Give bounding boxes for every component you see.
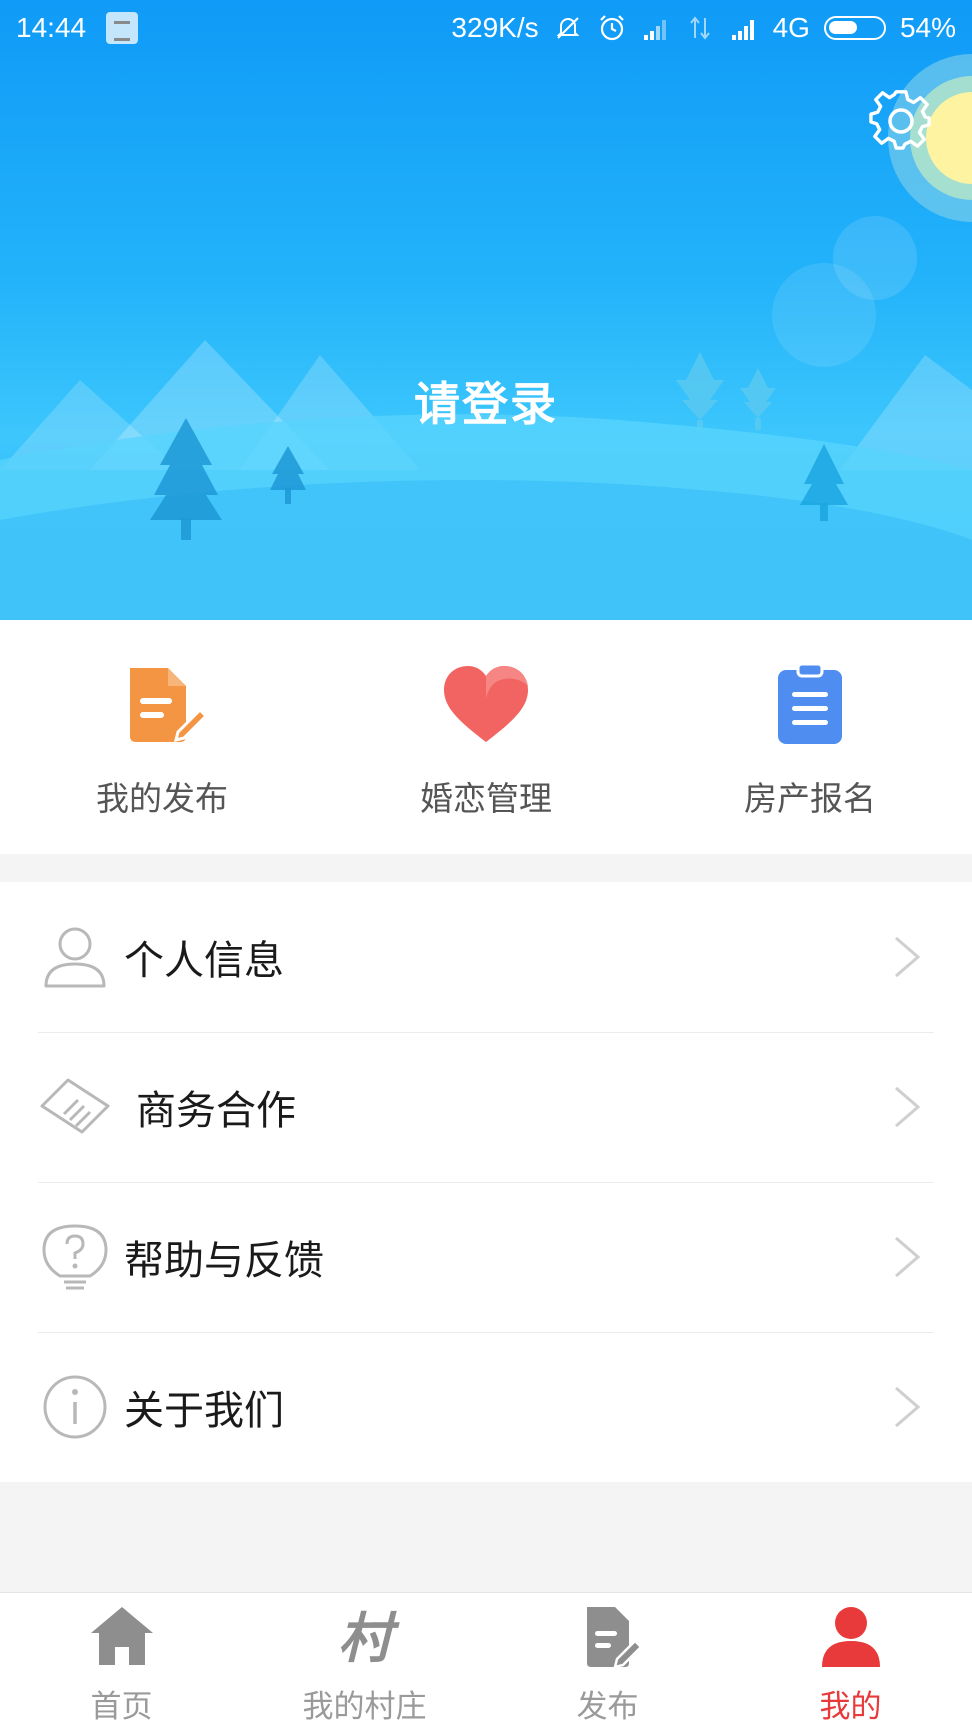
network-type: 4G xyxy=(772,12,810,43)
document-edit-icon xyxy=(130,668,208,743)
handshake-icon xyxy=(40,1078,110,1134)
publish-icon xyxy=(586,1607,643,1669)
home-icon xyxy=(90,1607,153,1665)
village-glyph: 村 xyxy=(338,1607,400,1670)
signal-icon-2 xyxy=(731,20,754,40)
bottom-nav: 首页 村 我的村庄 发布 我的 xyxy=(0,1592,972,1728)
nav-tab-village[interactable]: 村 我的村庄 xyxy=(243,1593,486,1728)
nav-tab-profile[interactable]: 我的 xyxy=(729,1593,972,1728)
heart-icon xyxy=(444,666,528,742)
quick-action-dating[interactable]: 婚恋管理 xyxy=(324,620,648,854)
network-speed: 329K/s xyxy=(451,12,539,43)
profile-icon xyxy=(821,1607,880,1667)
menu-item-help[interactable]: 帮助与反馈 xyxy=(0,1182,972,1332)
battery-icon xyxy=(823,16,886,40)
quick-action-label: 房产报名 xyxy=(744,779,876,818)
quick-action-label: 我的发布 xyxy=(96,779,228,818)
nav-tab-publish[interactable]: 发布 xyxy=(486,1593,729,1728)
alarm-icon xyxy=(599,15,624,41)
quick-action-property[interactable]: 房产报名 xyxy=(648,620,972,854)
menu-item-label: 帮助与反馈 xyxy=(124,1238,324,1284)
quick-action-label: 婚恋管理 xyxy=(420,779,552,818)
quick-action-my-posts[interactable]: 我的发布 xyxy=(0,620,324,854)
user-icon xyxy=(44,927,106,988)
login-prompt[interactable]: 请登录 xyxy=(0,368,972,434)
status-time: 14:44 xyxy=(16,12,87,43)
gear-icon[interactable] xyxy=(868,88,934,154)
status-bar: 14:44 329K/s 4G 54% xyxy=(0,0,972,56)
menu-item-about[interactable]: 关于我们 xyxy=(0,1332,972,1482)
clipboard-list-icon xyxy=(778,662,842,744)
battery-percent: 54% xyxy=(899,12,956,43)
settings-menu: 个人信息 商务合作 帮助与反馈 关于我们 xyxy=(0,882,972,1482)
info-icon xyxy=(43,1375,107,1439)
header-banner: 14:44 329K/s 4G 54% 请登录 xyxy=(0,0,972,620)
mute-icon xyxy=(556,17,580,39)
help-icon xyxy=(42,1224,108,1290)
menu-item-label: 商务合作 xyxy=(136,1088,296,1134)
chevron-right-icon xyxy=(895,936,921,978)
nav-tab-label: 我的村庄 xyxy=(302,1689,427,1725)
chevron-right-icon xyxy=(895,1236,921,1278)
nav-tab-home[interactable]: 首页 xyxy=(0,1593,243,1728)
menu-item-personal-info[interactable]: 个人信息 xyxy=(0,882,972,1032)
landscape-illustration xyxy=(0,54,972,620)
menu-item-label: 关于我们 xyxy=(124,1388,284,1434)
menu-item-label: 个人信息 xyxy=(124,938,284,984)
battery-level xyxy=(828,21,857,34)
menu-item-business[interactable]: 商务合作 xyxy=(0,1032,972,1182)
notification-app-icon xyxy=(106,12,138,44)
quick-actions: 我的发布 婚恋管理 房产报名 xyxy=(0,620,972,854)
data-transfer-icon xyxy=(689,16,710,40)
signal-icon xyxy=(643,20,666,40)
nav-tab-label: 首页 xyxy=(90,1689,153,1725)
chevron-right-icon xyxy=(895,1086,921,1128)
nav-tab-label: 我的 xyxy=(819,1689,882,1725)
nav-tab-label: 发布 xyxy=(576,1689,639,1725)
village-icon: 村 xyxy=(338,1607,400,1670)
chevron-right-icon xyxy=(895,1386,921,1428)
